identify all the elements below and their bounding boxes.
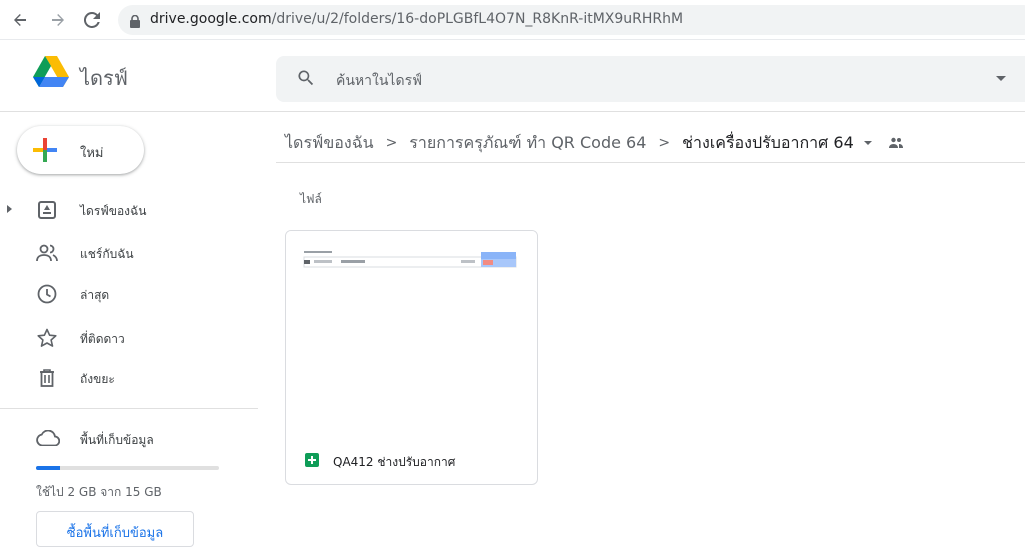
new-button-label: ใหม่ — [80, 146, 104, 161]
new-button[interactable]: ใหม่ — [17, 126, 144, 174]
breadcrumb-item-current[interactable]: ช่างเครื่องปรับอากาศ 64 — [682, 131, 854, 156]
sidebar-item-recent[interactable]: ล่าสุด — [0, 278, 256, 310]
clock-icon — [36, 283, 58, 305]
storage-label[interactable]: พื้นที่เก็บข้อมูล — [80, 431, 154, 450]
sidebar-item-label: ถังขยะ — [80, 372, 115, 386]
star-icon — [36, 327, 58, 349]
back-button[interactable] — [10, 10, 30, 30]
storage-used-text: ใช้ไป 2 GB จาก 15 GB — [36, 485, 162, 499]
file-card-footer: QA412 ช่างปรับอากาศ — [286, 437, 537, 484]
section-title-files: ไฟล์ — [300, 192, 322, 206]
breadcrumb-separator: > — [658, 135, 671, 151]
my-drive-icon — [36, 199, 58, 221]
sheets-icon — [305, 453, 319, 467]
breadcrumb-separator: > — [385, 135, 398, 151]
reload-icon — [84, 12, 100, 28]
cloud-icon — [36, 429, 61, 450]
search-icon[interactable] — [296, 68, 316, 92]
search-placeholder: ค้นหาในไดรฟ์ — [336, 73, 422, 89]
sidebar-item-trash[interactable]: ถังขยะ — [0, 362, 256, 394]
buy-storage-button[interactable]: ซื้อพื้นที่เก็บข้อมูล — [36, 511, 194, 547]
trash-icon — [36, 367, 58, 389]
sidebar-item-my-drive[interactable]: ไดรฟ์ของฉัน — [0, 194, 256, 226]
plus-icon — [31, 136, 59, 168]
back-arrow-icon — [14, 14, 26, 26]
storage-meter-fill — [36, 466, 60, 470]
shared-icon — [36, 242, 58, 264]
shared-folder-icon[interactable] — [888, 134, 904, 153]
file-name: QA412 ช่างปรับอากาศ — [333, 455, 456, 469]
breadcrumb-item-my-drive[interactable]: ไดรฟ์ของฉัน — [285, 131, 374, 156]
search-input[interactable]: ค้นหาในไดรฟ์ — [276, 56, 1025, 102]
header-divider — [0, 111, 1025, 112]
forward-arrow-icon — [52, 14, 64, 26]
sidebar-item-label: แชร์กับฉัน — [80, 247, 134, 261]
file-thumbnail — [286, 231, 537, 437]
url-path: /drive/u/2/folders/16-doPLGBfL4O7N_R8KnR… — [271, 11, 684, 27]
folder-menu-caret-icon[interactable] — [863, 141, 872, 145]
storage-meter — [36, 466, 219, 470]
sidebar-item-label: ไดรฟ์ของฉัน — [80, 204, 147, 218]
url-host: drive.google.com — [150, 11, 272, 27]
lock-icon — [130, 13, 140, 32]
sidebar-item-shared[interactable]: แชร์กับฉัน — [0, 237, 256, 269]
app-brand[interactable]: ไดรฟ์ — [80, 62, 128, 94]
breadcrumb: ไดรฟ์ของฉัน > รายการครุภัณฑ์ ทำ QR Code … — [285, 131, 904, 155]
address-bar[interactable]: drive.google.com/drive/u/2/folders/16-do… — [118, 5, 1025, 35]
sidebar-item-label: ที่ติดดาว — [80, 332, 125, 346]
sidebar-item-label: ล่าสุด — [80, 288, 110, 302]
buy-storage-label: ซื้อพื้นที่เก็บข้อมูล — [66, 526, 164, 541]
search-options-caret-icon[interactable] — [996, 76, 1006, 81]
breadcrumb-item-folder[interactable]: รายการครุภัณฑ์ ทำ QR Code 64 — [409, 131, 646, 156]
sidebar-item-starred[interactable]: ที่ติดดาว — [0, 322, 256, 354]
reload-button[interactable] — [82, 10, 102, 30]
expand-arrow-icon[interactable] — [7, 205, 12, 213]
sidebar-divider — [0, 408, 258, 409]
main-divider — [276, 162, 1025, 163]
browser-toolbar: drive.google.com/drive/u/2/folders/16-do… — [0, 0, 1025, 40]
url-text: drive.google.com/drive/u/2/folders/16-do… — [150, 11, 683, 27]
drive-logo-icon[interactable] — [33, 56, 69, 90]
forward-button[interactable] — [48, 10, 68, 30]
file-card[interactable]: QA412 ช่างปรับอากาศ — [285, 230, 538, 485]
